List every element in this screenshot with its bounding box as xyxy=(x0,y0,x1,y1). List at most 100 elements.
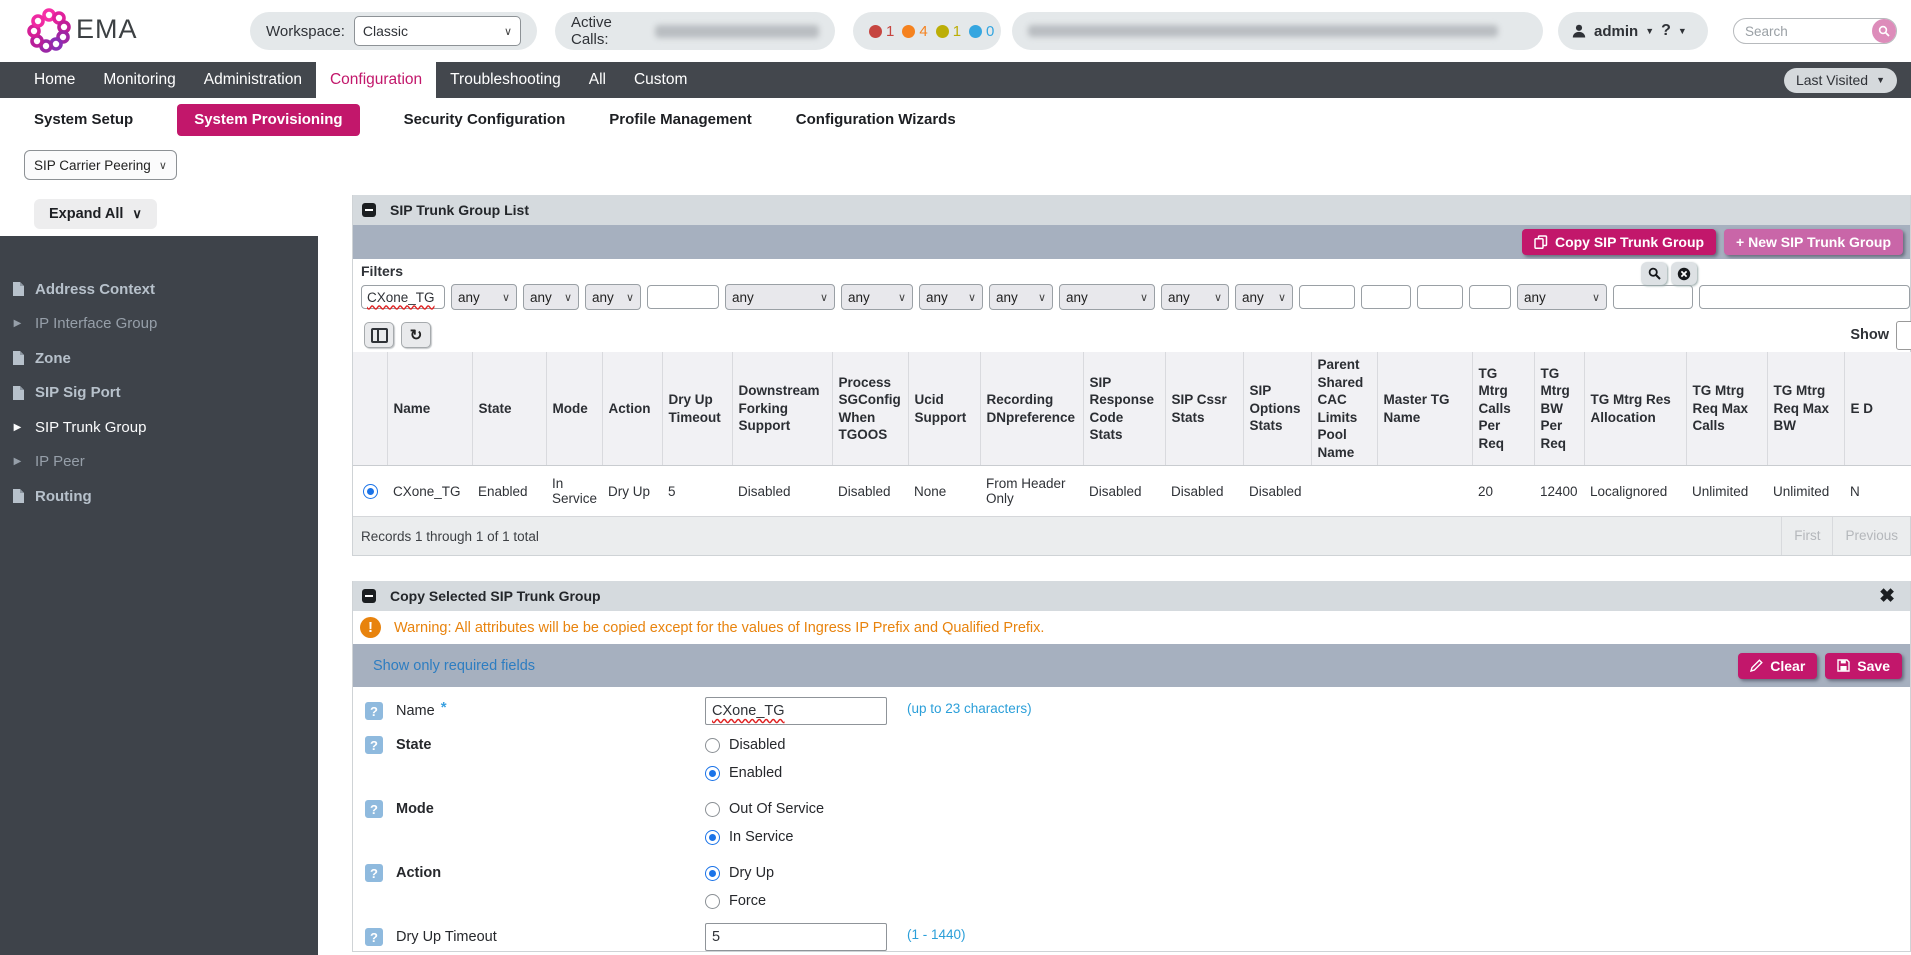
last-visited-dropdown[interactable]: Last Visited ▼ xyxy=(1784,68,1897,93)
table-row[interactable]: CXone_TG Enabled In Service Dry Up 5 Dis… xyxy=(353,466,1911,517)
sidebar-item-sip-trunk-group[interactable]: ▶ SIP Trunk Group xyxy=(0,410,318,445)
pager-previous[interactable]: Previous xyxy=(1832,517,1910,555)
expand-all-button[interactable]: Expand All ∨ xyxy=(34,199,157,229)
filter-input[interactable] xyxy=(1613,285,1693,309)
apply-filter-button[interactable] xyxy=(1641,262,1667,285)
refresh-button[interactable]: ↻ xyxy=(401,322,431,348)
filter-input[interactable] xyxy=(1361,285,1411,309)
dry-up-timeout-input[interactable]: 5 xyxy=(705,923,887,951)
col-sip-response-code-stats[interactable]: SIP Response Code Stats xyxy=(1083,352,1165,466)
filter-select[interactable]: any∨ xyxy=(725,284,835,310)
sidebar-item-ip-peer[interactable]: ▶ IP Peer xyxy=(0,445,318,480)
col-truncated[interactable]: E D xyxy=(1844,352,1911,466)
nav-item-custom[interactable]: Custom xyxy=(620,62,701,98)
col-ucid-support[interactable]: Ucid Support xyxy=(908,352,980,466)
filter-select[interactable]: any∨ xyxy=(841,284,913,310)
clear-filter-button[interactable] xyxy=(1671,262,1697,285)
col-tg-mtrg-bw-per-req[interactable]: TG Mtrg BW Per Req xyxy=(1534,352,1584,466)
radio[interactable] xyxy=(705,802,720,817)
col-tg-mtrg-res-allocation[interactable]: TG Mtrg Res Allocation xyxy=(1584,352,1686,466)
help-icon[interactable]: ? xyxy=(365,928,383,946)
radio[interactable] xyxy=(705,830,720,845)
filter-input[interactable] xyxy=(1699,285,1910,309)
nav-item-all[interactable]: All xyxy=(575,62,620,98)
new-sip-trunk-group-button[interactable]: + New SIP Trunk Group xyxy=(1724,229,1903,255)
close-icon[interactable]: ✖ xyxy=(1879,587,1901,606)
filter-input[interactable] xyxy=(1469,285,1511,309)
help-menu[interactable]: ? xyxy=(1661,22,1671,40)
filter-select[interactable]: any∨ xyxy=(1235,284,1293,310)
tab-profile-management[interactable]: Profile Management xyxy=(609,104,752,136)
col-tg-mtrg-calls-per-req[interactable]: TG Mtrg Calls Per Req xyxy=(1472,352,1534,466)
sidebar-item-address-context[interactable]: Address Context xyxy=(0,272,318,307)
col-action[interactable]: Action xyxy=(602,352,662,466)
filter-name-input[interactable]: CXone_TG xyxy=(361,285,445,309)
show-required-fields-link[interactable]: Show only required fields xyxy=(373,658,535,674)
state-option-enabled[interactable]: Enabled xyxy=(705,759,785,787)
save-button[interactable]: Save xyxy=(1825,653,1902,679)
filter-select[interactable]: any∨ xyxy=(919,284,983,310)
nav-item-home[interactable]: Home xyxy=(20,62,89,98)
col-mode[interactable]: Mode xyxy=(546,352,602,466)
col-dry-up-timeout[interactable]: Dry Up Timeout xyxy=(662,352,732,466)
col-state[interactable]: State xyxy=(472,352,546,466)
tab-system-setup[interactable]: System Setup xyxy=(34,104,133,136)
col-master-tg-name[interactable]: Master TG Name xyxy=(1377,352,1472,466)
col-downstream-forking[interactable]: Downstream Forking Support xyxy=(732,352,832,466)
filter-timeout-input[interactable] xyxy=(647,285,719,309)
page-size-select[interactable] xyxy=(1896,321,1911,350)
mode-option-in-service[interactable]: In Service xyxy=(705,823,824,851)
nav-item-monitoring[interactable]: Monitoring xyxy=(89,62,189,98)
copy-sip-trunk-group-button[interactable]: Copy SIP Trunk Group xyxy=(1522,229,1716,255)
category-select[interactable]: SIP Carrier Peering ∨ xyxy=(24,150,177,180)
tab-system-provisioning[interactable]: System Provisioning xyxy=(177,104,359,136)
filter-input[interactable] xyxy=(1299,285,1355,309)
radio[interactable] xyxy=(705,866,720,881)
action-option-dry-up[interactable]: Dry Up xyxy=(705,859,774,887)
radio[interactable] xyxy=(705,894,720,909)
pager-first[interactable]: First xyxy=(1781,517,1832,555)
sidebar-item-sip-sig-port[interactable]: SIP Sig Port xyxy=(0,376,318,411)
col-process-sgconfig[interactable]: Process SGConfig When TGOOS xyxy=(832,352,908,466)
radio[interactable] xyxy=(705,738,720,753)
workspace-select[interactable]: Classic ∨ xyxy=(354,16,521,46)
nav-item-configuration[interactable]: Configuration xyxy=(316,62,436,98)
col-recording-dnpreference[interactable]: Recording DNpreference xyxy=(980,352,1083,466)
col-sip-cssr-stats[interactable]: SIP Cssr Stats xyxy=(1165,352,1243,466)
filter-select[interactable]: any∨ xyxy=(1161,284,1229,310)
filter-select[interactable]: any∨ xyxy=(1059,284,1155,310)
filter-state-select[interactable]: any∨ xyxy=(451,284,517,310)
col-tg-mtrg-req-max-calls[interactable]: TG Mtrg Req Max Calls xyxy=(1686,352,1767,466)
name-input[interactable]: CXone_TG xyxy=(705,697,887,725)
col-name[interactable]: Name xyxy=(387,352,472,466)
help-icon[interactable]: ? xyxy=(365,864,383,882)
user-menu[interactable]: admin ▼ ? ▼ xyxy=(1558,12,1708,50)
help-icon[interactable]: ? xyxy=(365,800,383,818)
filter-mode-select[interactable]: any∨ xyxy=(523,284,579,310)
nav-item-administration[interactable]: Administration xyxy=(190,62,316,98)
filter-action-select[interactable]: any∨ xyxy=(585,284,641,310)
filter-input[interactable] xyxy=(1417,285,1463,309)
tab-configuration-wizards[interactable]: Configuration Wizards xyxy=(796,104,956,136)
state-option-disabled[interactable]: Disabled xyxy=(705,731,785,759)
sidebar-item-ip-interface-group[interactable]: ▶ IP Interface Group xyxy=(0,307,318,342)
mode-option-out-of-service[interactable]: Out Of Service xyxy=(705,795,824,823)
row-radio[interactable] xyxy=(363,484,378,499)
collapse-icon[interactable] xyxy=(362,589,376,603)
sidebar-item-routing[interactable]: Routing xyxy=(0,479,318,514)
filter-select[interactable]: any∨ xyxy=(989,284,1053,310)
col-parent-shared-cac[interactable]: Parent Shared CAC Limits Pool Name xyxy=(1311,352,1377,466)
search-button[interactable] xyxy=(1872,19,1896,43)
sidebar-item-zone[interactable]: Zone xyxy=(0,341,318,376)
help-icon[interactable]: ? xyxy=(365,702,383,720)
help-icon[interactable]: ? xyxy=(365,736,383,754)
nav-item-troubleshooting[interactable]: Troubleshooting xyxy=(436,62,575,98)
clear-button[interactable]: Clear xyxy=(1738,653,1817,679)
column-chooser-button[interactable] xyxy=(364,322,394,348)
filter-select[interactable]: any∨ xyxy=(1517,284,1607,310)
radio[interactable] xyxy=(705,766,720,781)
tab-security-configuration[interactable]: Security Configuration xyxy=(404,104,566,136)
col-sip-options-stats[interactable]: SIP Options Stats xyxy=(1243,352,1311,466)
collapse-icon[interactable] xyxy=(362,203,376,217)
action-option-force[interactable]: Force xyxy=(705,887,774,915)
